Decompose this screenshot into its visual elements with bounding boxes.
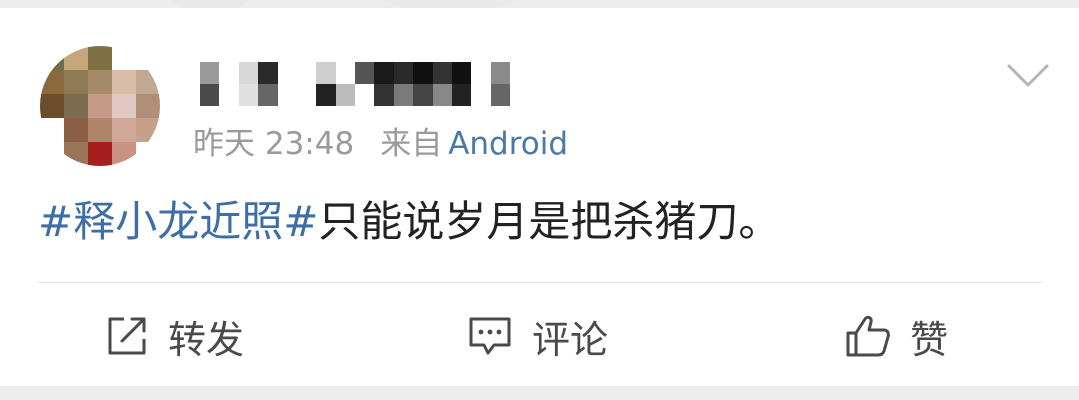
like-label: 赞 bbox=[910, 317, 949, 362]
comment-button[interactable]: 评论 bbox=[466, 306, 608, 366]
post-text: 只能说岁月是把杀猪刀。 bbox=[318, 197, 781, 246]
comment-label: 评论 bbox=[532, 317, 609, 362]
username-pixelated[interactable] bbox=[200, 62, 510, 106]
divider bbox=[38, 282, 1042, 283]
repost-button[interactable]: 转发 bbox=[104, 306, 244, 366]
source-device-link[interactable]: Android bbox=[448, 126, 568, 162]
bottom-separator bbox=[0, 386, 1079, 400]
chevron-down-icon[interactable] bbox=[1006, 62, 1050, 90]
post-meta: 昨天 23:48 来自 Android bbox=[193, 124, 568, 164]
avatar[interactable] bbox=[40, 46, 160, 166]
topic-link[interactable]: #释小龙近照# bbox=[38, 197, 318, 246]
post-content: #释小龙近照#只能说岁月是把杀猪刀。 bbox=[38, 192, 780, 252]
top-edge bbox=[0, 0, 1079, 8]
like-button[interactable]: 赞 bbox=[844, 306, 948, 366]
comment-bubble-icon bbox=[469, 317, 511, 355]
thumbs-up-icon bbox=[846, 315, 890, 357]
share-edit-icon bbox=[108, 317, 146, 355]
repost-label: 转发 bbox=[168, 317, 245, 362]
source-prefix: 来自 bbox=[380, 126, 443, 162]
post-time: 昨天 23:48 bbox=[193, 126, 355, 162]
